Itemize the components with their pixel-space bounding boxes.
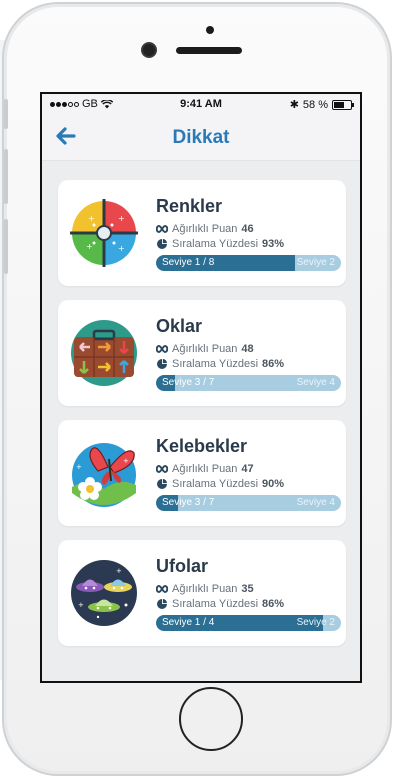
game-card-oklar[interactable]: Oklar Ağırlıklı Puan 48 Sıralama Yüzdesi… (58, 300, 346, 406)
pie-chart-icon (157, 479, 167, 489)
weighted-score-line: Ağırlıklı Puan 35 (156, 583, 254, 595)
weighted-label: Ağırlıklı Puan (172, 583, 238, 595)
arrows-suitcase-icon (68, 317, 140, 389)
svg-text:+: + (88, 214, 95, 223)
rank-label: Sıralama Yüzdesi (172, 238, 259, 250)
infinity-icon (156, 584, 168, 594)
weighted-score-line: Ağırlıklı Puan 46 (156, 223, 254, 235)
navigation-bar: Dikkat (42, 114, 360, 161)
weighted-score: 35 (241, 583, 254, 595)
rank-label: Sıralama Yüzdesi (172, 598, 259, 610)
sensor-dot (206, 26, 214, 34)
battery-icon (332, 99, 354, 110)
svg-text:+: + (78, 601, 84, 609)
infinity-icon (156, 224, 168, 234)
rank-percentile-line: Sıralama Yüzdesi 93% (156, 238, 284, 250)
rank-percentile: 93% (262, 238, 285, 250)
game-title: Ufolar (156, 556, 209, 576)
weighted-score: 46 (241, 223, 254, 235)
app-screen: GB 9:41 AM ✱ 58 % Dikkat + + + + Renkler… (40, 92, 362, 683)
game-card-renkler[interactable]: + + + + Renkler Ağırlıklı Puan 46 Sırala… (58, 180, 346, 286)
game-card-kelebekler[interactable]: + + Kelebekler Ağırlıklı Puan 47 Sıralam… (58, 420, 346, 526)
level-current: Seviye 1 / 4 (162, 617, 215, 628)
weighted-score: 47 (241, 463, 254, 475)
rank-percentile-line: Sıralama Yüzdesi 90% (156, 478, 284, 490)
front-camera (143, 44, 155, 56)
svg-text:+: + (123, 457, 129, 465)
svg-text:+: + (86, 242, 93, 251)
svg-text:+: + (118, 244, 125, 253)
rank-percentile: 86% (262, 358, 285, 370)
volume-up-button (4, 149, 8, 204)
level-current: Seviye 1 / 8 (162, 257, 215, 268)
status-right: ✱ 58 % (289, 98, 354, 111)
ufo-icon: + + (68, 557, 140, 629)
level-next: Seviye 2 (296, 257, 335, 268)
mute-switch (4, 99, 8, 129)
weighted-score: 48 (241, 343, 254, 355)
earpiece-speaker (176, 47, 242, 54)
rank-percentile-line: Sıralama Yüzdesi 86% (156, 598, 284, 610)
game-card-ufolar[interactable]: + + Ufolar Ağırlıklı Puan 35 Sıralama Yü… (58, 540, 346, 646)
level-current: Seviye 3 / 7 (162, 497, 215, 508)
level-progress-bar: Seviye 1 / 4 Seviye 2 (156, 615, 341, 631)
game-title: Renkler (156, 196, 223, 216)
svg-text:+: + (76, 463, 82, 471)
weighted-label: Ağırlıklı Puan (172, 463, 238, 475)
weighted-score-line: Ağırlıklı Puan 47 (156, 463, 254, 475)
game-title: Kelebekler (156, 436, 248, 456)
weighted-score-line: Ağırlıklı Puan 48 (156, 343, 254, 355)
infinity-icon (156, 464, 168, 474)
color-wheel-icon: + + + + (68, 197, 140, 269)
rank-percentile: 90% (262, 478, 285, 490)
battery-percent: 58 % (302, 98, 328, 111)
pie-chart-icon (157, 239, 167, 249)
home-button[interactable] (179, 687, 243, 751)
level-progress-bar: Seviye 1 / 8 Seviye 2 (156, 255, 341, 271)
butterfly-icon: + + (68, 437, 140, 509)
level-progress-bar: Seviye 3 / 7 Seviye 4 (156, 495, 341, 511)
infinity-icon (156, 344, 168, 354)
level-progress-bar: Seviye 3 / 7 Seviye 4 (156, 375, 341, 391)
level-next: Seviye 4 (296, 377, 335, 388)
svg-text:+: + (116, 567, 122, 575)
rank-label: Sıralama Yüzdesi (172, 358, 259, 370)
status-bar: GB 9:41 AM ✱ 58 % (42, 94, 360, 114)
level-current: Seviye 3 / 7 (162, 377, 215, 388)
rank-label: Sıralama Yüzdesi (172, 478, 259, 490)
level-next: Seviye 4 (296, 497, 335, 508)
svg-text:+: + (118, 214, 125, 223)
level-next: Seviye 2 (296, 617, 335, 628)
bluetooth-icon: ✱ (289, 99, 299, 111)
rank-percentile-line: Sıralama Yüzdesi 86% (156, 358, 284, 370)
volume-down-button (4, 219, 8, 274)
game-title: Oklar (156, 316, 203, 336)
page-title: Dikkat (172, 127, 230, 148)
rank-percentile: 86% (262, 598, 285, 610)
weighted-label: Ağırlıklı Puan (172, 343, 238, 355)
weighted-label: Ağırlıklı Puan (172, 223, 238, 235)
pie-chart-icon (157, 359, 167, 369)
pie-chart-icon (157, 599, 167, 609)
